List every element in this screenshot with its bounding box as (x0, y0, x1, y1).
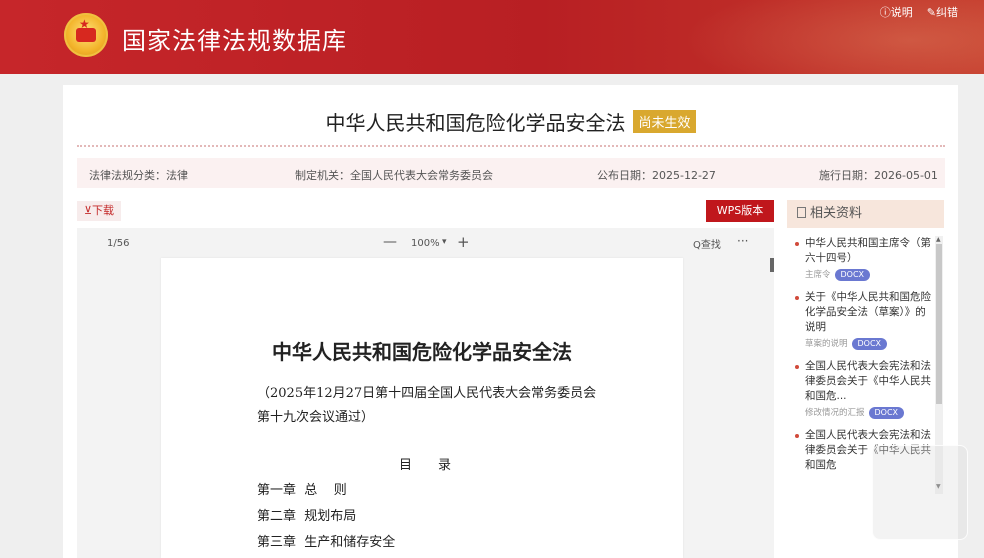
feedback-link[interactable]: ✎纠错 (927, 4, 958, 20)
related-item-title[interactable]: 中华人民共和国主席令（第六十四号） (805, 236, 935, 266)
related-item-sub: 主席令 DOCX (805, 268, 935, 282)
docx-badge[interactable]: DOCX (851, 338, 888, 350)
viewer-toolbar: 1/56 — 100% ▾ + Q查找 ··· (77, 228, 774, 258)
wps-version-button[interactable]: WPS版本 (706, 200, 774, 222)
toc-heading: 目录 (399, 458, 478, 473)
document-meta-bar: 法律法规分类：法律 制定机关：全国人民代表大会常务委员会 公布日期：2025-1… (77, 158, 945, 188)
status-badge: 尚未生效 (633, 110, 696, 133)
national-emblem-icon (64, 13, 108, 57)
meta-category: 法律法规分类：法律 (89, 169, 188, 182)
related-item-title[interactable]: 全国人民代表大会宪法和法律委员会关于《中华人民共和国危... (805, 359, 935, 404)
find-button[interactable]: Q查找 (693, 236, 721, 251)
docx-badge[interactable]: DOCX (868, 407, 905, 419)
document-icon (797, 207, 806, 218)
document-viewer[interactable]: 1/56 — 100% ▾ + Q查找 ··· 中华人民共和国危险化学品安全法 … (77, 228, 774, 558)
toc-list: 第一章 总 则 第二章 规划布局 第三章 生产和储存安全 (257, 478, 395, 556)
meta-publish-date: 公布日期：2025-12-27 (597, 169, 716, 182)
page-count: 1/56 (107, 238, 130, 249)
download-button[interactable]: ⊻下载 (77, 201, 122, 221)
help-link[interactable]: ⓘ说明 (880, 4, 913, 20)
top-links: ⓘ说明 ✎纠错 (880, 4, 958, 20)
bullet-icon (795, 434, 799, 438)
bullet-icon (795, 296, 799, 300)
meta-effective-date: 施行日期：2026-05-01 (819, 169, 938, 182)
zoom-level[interactable]: 100% (411, 238, 440, 249)
zoom-out-button[interactable]: — (383, 234, 397, 250)
watermark-overlay (872, 445, 968, 540)
related-item[interactable]: 全国人民代表大会宪法和法律委员会关于《中华人民共和国危... 修改情况的汇报 DO… (787, 359, 935, 420)
related-heading: 相关资料 (810, 206, 863, 221)
bullet-icon (795, 365, 799, 369)
title-divider (77, 145, 945, 147)
related-item-sub: 修改情况的汇报 DOCX (805, 406, 935, 420)
related-item[interactable]: 关于《中华人民共和国危险化学品安全法（草案）》的说明 草案的说明 DOCX (787, 290, 935, 351)
related-scrollbar-thumb[interactable] (936, 244, 942, 404)
meta-authority: 制定机关：全国人民代表大会常务委员会 (295, 169, 493, 182)
more-options-button[interactable]: ··· (737, 234, 748, 248)
document-card: 中华人民共和国危险化学品安全法 尚未生效 法律法规分类：法律 制定机关：全国人民代… (63, 85, 958, 558)
toc-item: 第一章 总 则 (257, 483, 347, 498)
site-title[interactable]: 国家法律法规数据库 (122, 21, 347, 56)
toc-item: 第三章 生产和储存安全 (257, 535, 396, 550)
bullet-icon (795, 242, 799, 246)
zoom-dropdown-icon[interactable]: ▾ (442, 237, 447, 247)
related-materials-header: 相关资料 (787, 200, 944, 228)
zoom-in-button[interactable]: + (457, 233, 470, 251)
site-header: 国家法律法规数据库 ⓘ说明 ✎纠错 (0, 0, 984, 74)
document-title: 中华人民共和国危险化学品安全法 (325, 111, 626, 135)
toc-item: 第二章 规划布局 (257, 509, 357, 524)
page-title: 中华人民共和国危险化学品安全法 (272, 340, 572, 364)
related-item-sub: 草案的说明 DOCX (805, 337, 935, 351)
docx-badge[interactable]: DOCX (834, 269, 871, 281)
page-subtitle: （2025年12月27日第十四届全国人民代表大会常务委员会第十九次会议通过） (257, 386, 597, 425)
related-item-title[interactable]: 关于《中华人民共和国危险化学品安全法（草案）》的说明 (805, 290, 935, 335)
scroll-up-icon[interactable]: ▲ (936, 236, 941, 243)
related-item[interactable]: 中华人民共和国主席令（第六十四号） 主席令 DOCX (787, 236, 935, 282)
document-page: 中华人民共和国危险化学品安全法 （2025年12月27日第十四届全国人民代表大会… (161, 258, 683, 558)
document-title-row: 中华人民共和国危险化学品安全法 尚未生效 (63, 107, 958, 136)
viewer-scrollbar[interactable] (770, 258, 774, 272)
